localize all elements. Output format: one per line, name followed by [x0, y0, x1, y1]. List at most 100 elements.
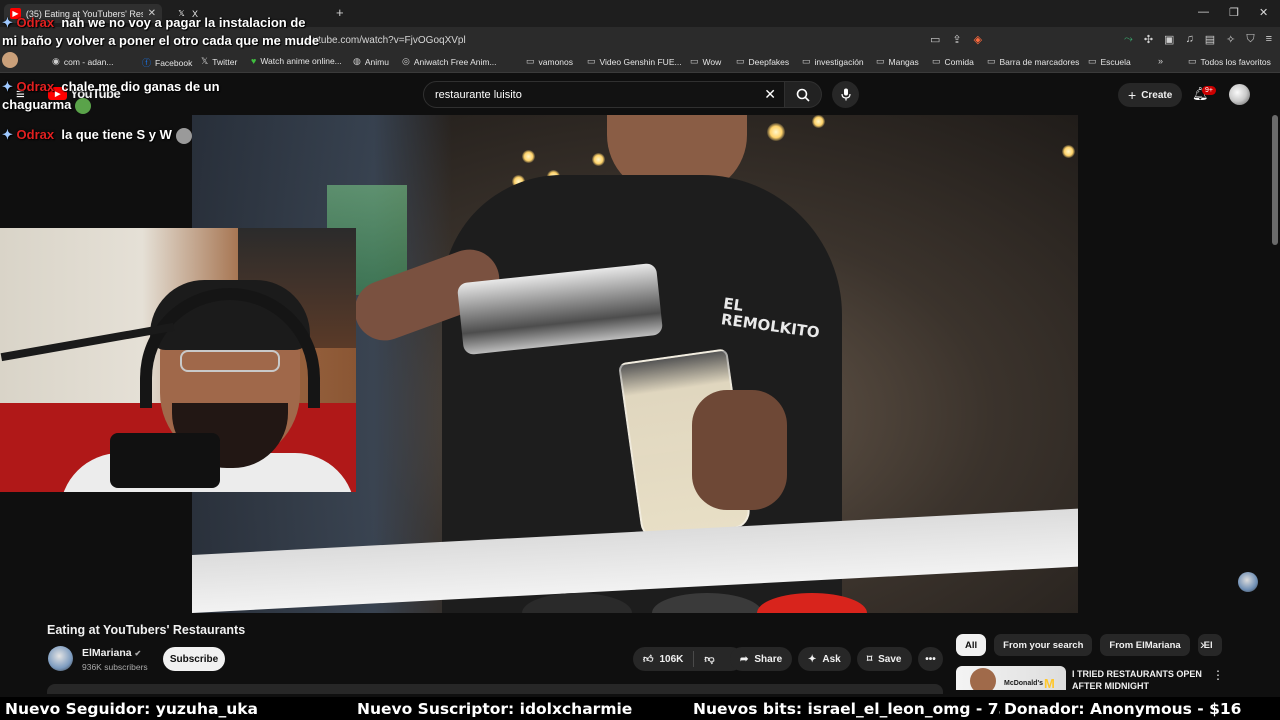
ticker-item: Donador: Anonymous - $16 [1000, 700, 1242, 718]
bookmark-folder[interactable]: ▭ Mangas [876, 56, 919, 67]
ask-button[interactable]: ✦ Ask [798, 647, 851, 671]
extensions-area: ⤳ ✣ ▣ ♫ ▤ ✧ ⛉ ≡ [1124, 33, 1272, 46]
bookmark-folder[interactable]: ▭ vamonos [526, 56, 573, 67]
subscriber-count: 936K subscribers [82, 662, 148, 672]
leo-icon[interactable]: ✧ [1226, 33, 1235, 46]
plus-icon: + [1128, 87, 1137, 103]
search-button[interactable] [785, 81, 822, 108]
ticker-item: Nuevo Seguidor: yuzuha_uka [5, 700, 259, 718]
channel-name[interactable]: ElMariana ✔ [82, 647, 141, 659]
save-button[interactable]: ⌑ Save [857, 647, 912, 671]
chevron-right-icon: » [1158, 56, 1164, 66]
secondary-column [1078, 115, 1280, 613]
subscribe-button[interactable]: Subscribe [163, 647, 225, 671]
like-button[interactable]: 👍︎ 106K [643, 653, 683, 666]
bookmark-folder[interactable]: ▭ investigación [802, 56, 864, 67]
recommended-video-title[interactable]: I TRIED RESTAURANTS OPEN AFTER MIDNIGHT [1072, 668, 1204, 690]
mcdonalds-logo-icon: M [1044, 676, 1055, 690]
more-horizontal-icon: ••• [925, 653, 936, 665]
minimize-icon[interactable]: — [1198, 6, 1209, 18]
extensions-icon[interactable]: ✣ [1144, 33, 1153, 46]
account-avatar[interactable] [1229, 84, 1250, 105]
emote-icon [175, 127, 192, 144]
chip-from-your-search[interactable]: From your search [994, 634, 1093, 656]
voice-search-button[interactable] [832, 81, 859, 108]
streamer-webcam [0, 228, 356, 492]
stream-alert-ticker: Nuevo Seguidor: yuzuha_uka Nuevo Suscrip… [0, 697, 1280, 720]
menu-icon[interactable]: ≡ [1266, 33, 1272, 46]
maximize-icon[interactable]: ❐ [1229, 6, 1239, 19]
folder-icon: ▭ [1188, 56, 1197, 66]
chat-text: la que tiene S y W [61, 127, 172, 142]
emote-icon [75, 97, 91, 114]
sidebar-icon[interactable]: ▣ [1164, 33, 1174, 46]
music-icon[interactable]: ♫ [1185, 33, 1193, 46]
screen: ▶ (35) Eating at YouTubers' Restau ✕ 𝕏 X… [0, 0, 1280, 720]
verified-icon: ✔ [134, 649, 142, 658]
url-field[interactable]: youtube.com/watch?v=FjvOGoqXVpl [292, 31, 932, 49]
new-tab-button[interactable]: + [336, 5, 344, 20]
share-button[interactable]: ➦ Share [730, 647, 793, 671]
bookmark-folder[interactable]: ▭ Wow [690, 56, 721, 67]
divider [693, 651, 695, 667]
bookmark-item[interactable]: ◍ Animu [353, 56, 389, 67]
share-page-icon[interactable]: ⇪ [952, 33, 961, 46]
sparkle-icon: ✦ [2, 15, 13, 30]
search-icon [796, 88, 810, 102]
like-dislike-group: 👍︎ 106K 👎︎ [633, 647, 743, 671]
thumbs-up-icon: 👍︎ [643, 654, 654, 665]
chat-username: Odrax [16, 15, 55, 30]
bookmark-folder[interactable]: ▭ Comida [932, 56, 974, 67]
wallet-icon[interactable]: ▤ [1205, 33, 1215, 46]
ticker-item: Nuevos bits: israel_el_leon_omg - 7320 [693, 700, 1031, 718]
folder-icon: ▭ [587, 56, 596, 66]
chat-message: ✦ Odrax nah we no voy a pagar la instala… [2, 14, 322, 68]
thumbnail-text: McDonald's [1004, 680, 1044, 687]
channel-avatar[interactable] [48, 646, 73, 671]
folder-icon: ▭ [932, 56, 941, 66]
more-actions-button[interactable]: ••• [918, 647, 943, 671]
bookmark-item[interactable]: ◎ Aniwatch Free Anim... [402, 56, 497, 67]
extension-icon[interactable]: ⤳ [1124, 33, 1133, 46]
sparkle-icon: ✦ [2, 127, 13, 142]
create-button[interactable]: + Create [1118, 83, 1183, 107]
page-scrollbar[interactable] [1272, 115, 1278, 245]
sparkle-icon: ✦ [2, 79, 13, 94]
share-icon: ➦ [740, 653, 749, 665]
floating-avatar[interactable] [1238, 572, 1258, 592]
brave-shield-icon[interactable]: ◈ [974, 33, 982, 46]
cast-icon[interactable]: ▭ [930, 33, 940, 46]
all-favorites-folder[interactable]: ▭ Todos los favoritos [1188, 56, 1271, 67]
video-title: Eating at YouTubers' Restaurants [47, 623, 246, 637]
ticker-item: Nuevo Suscriptor: idolxcharmie [357, 700, 633, 718]
chat-message: ✦ Odrax la que tiene S y W [2, 126, 242, 144]
thumbs-down-icon: 👎︎ [704, 654, 715, 665]
bookmark-folder[interactable]: ▭ Escuela [1088, 56, 1131, 67]
recommended-video-thumbnail[interactable]: McDonald's M [956, 666, 1066, 690]
thumbnail-person [970, 668, 996, 690]
chat-username: Odrax [16, 79, 55, 94]
search-input[interactable]: restaurante luisito ✕ [423, 81, 785, 108]
clear-search-icon[interactable]: ✕ [764, 86, 776, 103]
bookmarks-overflow-button[interactable]: » [1158, 56, 1163, 66]
chip-from-channel[interactable]: From ElMariana [1100, 634, 1190, 656]
folder-icon: ▭ [876, 56, 885, 66]
close-window-icon[interactable]: ✕ [1259, 6, 1268, 19]
bookmark-folder[interactable]: ▭ Video Genshin FUE... [587, 56, 682, 67]
bookmark-folder[interactable]: ▭ Deepfakes [736, 56, 789, 67]
microphone-icon [110, 433, 220, 488]
bookmark-icon: ⌑ [867, 653, 873, 665]
sparkle-icon: ✦ [808, 653, 817, 665]
chevron-right-icon[interactable]: › [1200, 636, 1205, 652]
emote-icon [2, 51, 18, 68]
more-vertical-icon[interactable]: ⋮ [1212, 668, 1224, 682]
aniwatch-icon: ◎ [402, 56, 410, 66]
chat-message: ✦ Odrax chale me dio ganas de un chaguar… [2, 78, 252, 114]
bookmark-folder[interactable]: ▭ Barra de marcadores [987, 56, 1079, 67]
folder-icon: ▭ [1088, 56, 1097, 66]
folder-icon: ▭ [690, 56, 699, 66]
description-box[interactable] [47, 684, 943, 694]
vpn-icon[interactable]: ⛉ [1246, 33, 1254, 46]
dislike-button[interactable]: 👎︎ [704, 653, 714, 665]
chip-all[interactable]: All [956, 634, 987, 656]
